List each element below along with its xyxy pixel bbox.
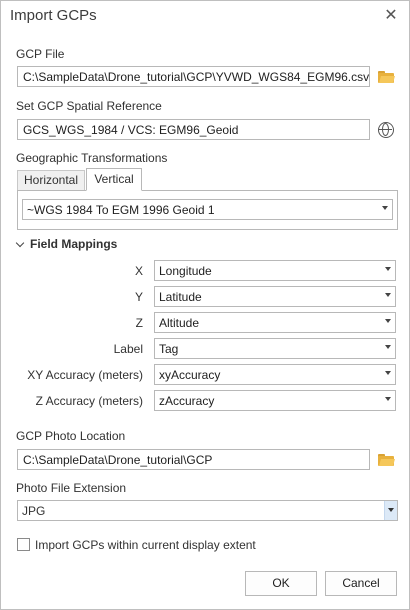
photo-extension-select[interactable]: JPG — [17, 500, 398, 521]
mapping-select-xy-accuracy[interactable]: xyAccuracy — [154, 364, 396, 385]
photo-location-label: GCP Photo Location — [16, 429, 126, 443]
mapping-select-y[interactable]: Latitude — [154, 286, 396, 307]
title-bar: Import GCPs ✕ — [1, 1, 409, 33]
close-icon[interactable]: ✕ — [381, 6, 401, 26]
chevron-down-icon — [385, 371, 391, 375]
spatial-reference-input[interactable]: GCS_WGS_1984 / VCS: EGM96_Geoid — [17, 119, 370, 140]
mapping-value-label: Tag — [159, 342, 179, 356]
chevron-down-icon — [385, 345, 391, 349]
mapping-select-z-accuracy[interactable]: zAccuracy — [154, 390, 396, 411]
mapping-select-label[interactable]: Tag — [154, 338, 396, 359]
mapping-label-z-accuracy: Z Accuracy (meters) — [35, 394, 143, 408]
transformation-tab-panel: ~WGS 1984 To EGM 1996 Geoid 1 — [17, 190, 398, 230]
ok-button[interactable]: OK — [245, 571, 317, 596]
mapping-value-xy-accuracy: xyAccuracy — [159, 368, 221, 382]
mapping-label-xy-accuracy: XY Accuracy (meters) — [27, 368, 143, 382]
photo-extension-label: Photo File Extension — [16, 481, 127, 495]
mapping-select-z[interactable]: Altitude — [154, 312, 396, 333]
transformation-select-value: ~WGS 1984 To EGM 1996 Geoid 1 — [27, 203, 215, 217]
extent-checkbox[interactable] — [17, 538, 30, 551]
gcp-file-label: GCP File — [16, 47, 65, 61]
chevron-down-icon — [15, 238, 25, 248]
mapping-value-y: Latitude — [159, 290, 202, 304]
globe-icon[interactable] — [378, 122, 394, 138]
tab-horizontal[interactable]: Horizontal — [17, 170, 85, 190]
field-mappings-title: Field Mappings — [30, 237, 118, 251]
transformations-label: Geographic Transformations — [16, 151, 168, 165]
photo-location-input[interactable]: C:\SampleData\Drone_tutorial\GCP — [17, 449, 370, 470]
mapping-label-y: Y — [134, 290, 143, 304]
chevron-down-icon — [382, 206, 388, 210]
import-gcps-dialog: Import GCPs ✕ GCP File C:\SampleData\Dro… — [0, 0, 410, 610]
mapping-value-z-accuracy: zAccuracy — [159, 394, 215, 408]
tab-vertical[interactable]: Vertical — [86, 168, 142, 191]
photo-extension-value: JPG — [22, 504, 46, 518]
folder-browse-icon[interactable] — [378, 71, 395, 83]
gcp-file-input[interactable]: C:\SampleData\Drone_tutorial\GCP\YVWD_WG… — [17, 66, 370, 87]
field-mappings-header[interactable]: Field Mappings — [15, 237, 118, 251]
chevron-down-icon — [385, 397, 391, 401]
folder-browse-icon[interactable] — [378, 454, 395, 466]
dialog-title: Import GCPs — [10, 7, 97, 24]
chevron-down-icon — [385, 293, 391, 297]
spatial-reference-label: Set GCP Spatial Reference — [16, 99, 162, 113]
chevron-down-icon — [388, 508, 394, 512]
mapping-label-x: X — [134, 264, 143, 278]
mapping-value-x: Longitude — [159, 264, 212, 278]
mapping-label-label: Label — [113, 342, 143, 356]
chevron-down-icon — [385, 319, 391, 323]
extent-checkbox-label[interactable]: Import GCPs within current display exten… — [35, 538, 256, 552]
mapping-select-x[interactable]: Longitude — [154, 260, 396, 281]
chevron-down-icon — [385, 267, 391, 271]
dropdown-button[interactable] — [384, 501, 397, 520]
mapping-label-z: Z — [135, 316, 143, 330]
mapping-value-z: Altitude — [159, 316, 200, 330]
transformation-select[interactable]: ~WGS 1984 To EGM 1996 Geoid 1 — [22, 199, 393, 220]
cancel-button[interactable]: Cancel — [325, 571, 397, 596]
